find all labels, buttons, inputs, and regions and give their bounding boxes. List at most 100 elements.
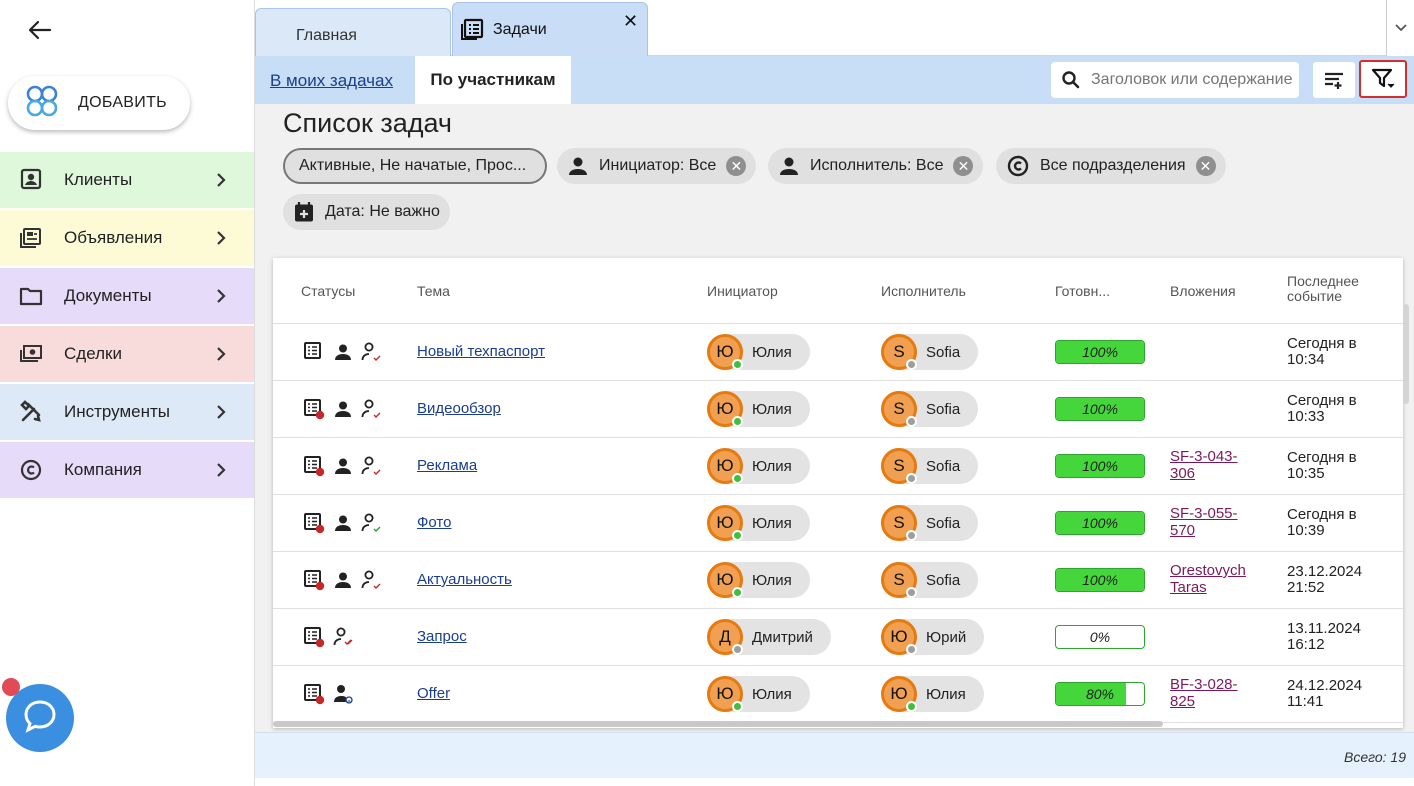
- department-filter-chip[interactable]: Все подразделения ✕: [996, 148, 1226, 184]
- person-icon: [333, 570, 353, 595]
- chevron-right-icon: [217, 347, 226, 361]
- remove-filter-icon[interactable]: ✕: [953, 156, 974, 176]
- add-button-label: ДОБАВИТЬ: [78, 94, 167, 111]
- task-topic-link[interactable]: Реклама: [417, 457, 477, 474]
- avatar-initial: S: [893, 456, 905, 475]
- table-row[interactable]: Фото Ю Юлия S Sofia 100% SF-3-055- 570 Сегодня в…: [273, 495, 1403, 552]
- date-filter-chip[interactable]: Дата: Не важно: [283, 194, 450, 230]
- status-filter-chip[interactable]: Активные, Не начатые, Прос...: [283, 148, 547, 184]
- attachment-link[interactable]: BF-3-028- 825: [1170, 676, 1238, 710]
- sidebar-item-label: Компания: [64, 460, 142, 479]
- initiator-filter-label: Инициатор: Все: [599, 157, 717, 174]
- person-icon: [333, 456, 353, 481]
- initiator-chip[interactable]: Ю Юлия: [707, 505, 810, 541]
- initiator-name: Юлия: [752, 685, 792, 703]
- table-row[interactable]: Новый техпаспорт Ю Юлия S Sofia 100% Сегодня в…: [273, 324, 1403, 381]
- back-arrow-icon[interactable]: [26, 16, 54, 44]
- table-row[interactable]: Реклама Ю Юлия S Sofia 100% SF-3-043- 306 Сегодн…: [273, 438, 1403, 495]
- filter-list-add-icon: [1325, 72, 1343, 89]
- attachment-link[interactable]: Orestovych Taras: [1170, 562, 1246, 596]
- last-event: Сегодня в 10:35: [1287, 450, 1357, 482]
- avatar-initial: S: [893, 399, 905, 418]
- tab-main[interactable]: Главная: [255, 8, 451, 56]
- executor-chip[interactable]: S Sofia: [881, 334, 979, 370]
- sidebar-item-company[interactable]: Компания: [0, 442, 254, 498]
- sidebar-item-label: Объявления: [64, 228, 163, 247]
- task-topic-link[interactable]: Offer: [417, 685, 450, 702]
- remove-filter-icon[interactable]: ✕: [726, 156, 747, 176]
- last-event-line1: Сегодня в: [1287, 449, 1357, 466]
- presence-dot: [732, 644, 743, 655]
- table-row[interactable]: Актуальность Ю Юлия S Sofia 100% Orestovych Tar…: [273, 552, 1403, 609]
- search-input[interactable]: [1091, 71, 1296, 89]
- executor-chip[interactable]: S Sofia: [881, 562, 979, 598]
- executor-chip[interactable]: S Sofia: [881, 448, 979, 484]
- task-topic-link[interactable]: Видеообзор: [417, 400, 501, 417]
- sidebar-item-documents[interactable]: Документы: [0, 268, 254, 324]
- search-box: [1051, 62, 1299, 98]
- sidebar-item-deals[interactable]: Сделки: [0, 326, 254, 382]
- last-event: Сегодня в 10:34: [1287, 336, 1357, 368]
- executor-chip[interactable]: Ю Юрий: [881, 619, 985, 655]
- chevron-down-icon: [1394, 24, 1407, 32]
- task-type-icon: [303, 512, 325, 539]
- my-tasks-link[interactable]: В моих задачах: [270, 71, 393, 91]
- initiator-chip[interactable]: Ю Юлия: [707, 448, 810, 484]
- task-topic-link[interactable]: Актуальность: [417, 571, 512, 588]
- attachment-link[interactable]: SF-3-055- 570: [1170, 505, 1238, 539]
- header-ready[interactable]: Готовн...: [1055, 283, 1110, 299]
- avatar-initial: Ю: [716, 456, 734, 475]
- initiator-chip[interactable]: Ю Юлия: [707, 391, 810, 427]
- table-row[interactable]: Запрос Д Дмитрий Ю Юрий 0% 13.11.2024 16:12: [273, 609, 1403, 666]
- header-executor[interactable]: Исполнитель: [881, 283, 966, 299]
- executor-filter-chip[interactable]: Исполнитель: Все ✕: [768, 148, 984, 184]
- executor-chip[interactable]: S Sofia: [881, 391, 979, 427]
- attachment-line1: SF-3-055-: [1170, 505, 1238, 522]
- tabs-dropdown[interactable]: [1386, 0, 1414, 56]
- initiator-name: Юлия: [752, 514, 792, 532]
- last-event-line2: 10:34: [1287, 351, 1325, 368]
- executor-chip[interactable]: S Sofia: [881, 505, 979, 541]
- sidebar-nav: Клиенты Объявления Документы Сделки Инст…: [0, 152, 254, 500]
- vertical-scrollbar[interactable]: [1403, 304, 1409, 404]
- header-topic[interactable]: Тема: [417, 283, 450, 299]
- header-statuses[interactable]: Статусы: [301, 283, 355, 299]
- attachment-link[interactable]: SF-3-043- 306: [1170, 448, 1238, 482]
- progress-bar: 100%: [1055, 454, 1145, 478]
- close-icon[interactable]: ✕: [623, 11, 638, 32]
- table-row[interactable]: Offer Ю Юлия Ю Юлия 80% BF-3-028- 825 24.12.2024…: [273, 666, 1403, 723]
- avatar-initial: Ю: [890, 627, 908, 646]
- initiator-chip[interactable]: Ю Юлия: [707, 334, 810, 370]
- status-icons: [303, 398, 385, 425]
- presence-dot: [906, 530, 917, 541]
- add-button[interactable]: ДОБАВИТЬ: [8, 76, 190, 130]
- header-initiator[interactable]: Инициатор: [707, 283, 778, 299]
- avatar: S: [881, 448, 917, 484]
- horizontal-scrollbar[interactable]: [273, 721, 1163, 727]
- initiator-chip[interactable]: Д Дмитрий: [707, 619, 831, 655]
- tab-by-participants[interactable]: По участникам: [415, 56, 571, 104]
- task-topic-link[interactable]: Фото: [417, 514, 451, 531]
- executor-chip[interactable]: Ю Юлия: [881, 676, 984, 712]
- header-last-event[interactable]: Последнее событие: [1287, 274, 1359, 304]
- last-event: 24.12.2024 11:41: [1287, 678, 1362, 710]
- task-topic-link[interactable]: Новый техпаспорт: [417, 343, 545, 360]
- initiator-chip[interactable]: Ю Юлия: [707, 562, 810, 598]
- presence-dot: [732, 701, 743, 712]
- sidebar-item-listings[interactable]: Объявления: [0, 210, 254, 266]
- initiator-chip[interactable]: Ю Юлия: [707, 676, 810, 712]
- initiator-filter-chip[interactable]: Инициатор: Все ✕: [557, 148, 757, 184]
- remove-filter-icon[interactable]: ✕: [1195, 156, 1216, 176]
- table-row[interactable]: Видеообзор Ю Юлия S Sofia 100% Сегодня в 10:33: [273, 381, 1403, 438]
- filter-button[interactable]: [1359, 60, 1407, 98]
- sidebar-item-tools[interactable]: Инструменты: [0, 384, 254, 440]
- sidebar-item-clients[interactable]: Клиенты: [0, 152, 254, 208]
- tab-tasks[interactable]: Задачи ✕: [452, 2, 648, 56]
- date-filter-label: Дата: Не важно: [325, 203, 440, 220]
- last-event-line1: 13.11.2024: [1287, 620, 1361, 637]
- task-topic-link[interactable]: Запрос: [417, 628, 467, 645]
- header-attachments[interactable]: Вложения: [1170, 283, 1236, 299]
- progress-label: 80%: [1085, 686, 1115, 702]
- add-filter-button[interactable]: [1313, 62, 1355, 98]
- last-event: Сегодня в 10:39: [1287, 507, 1357, 539]
